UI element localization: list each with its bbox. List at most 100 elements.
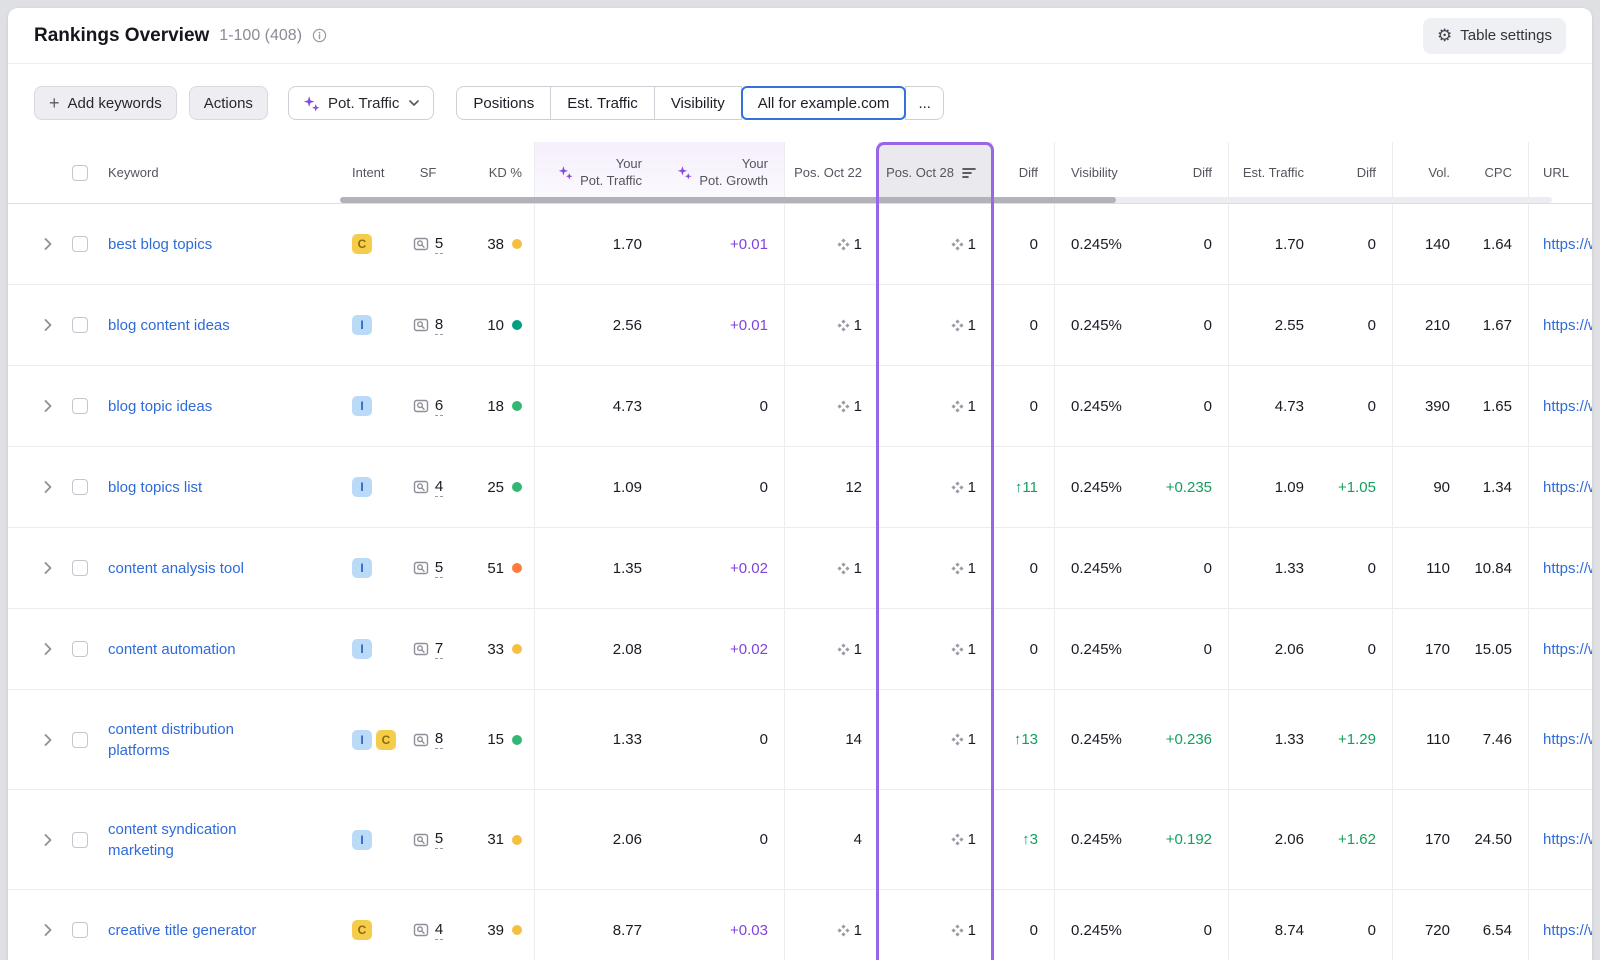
col-header-pot-growth[interactable]: YourPot. Growth bbox=[658, 142, 784, 203]
serp-features-count[interactable]: 5 bbox=[435, 830, 443, 849]
serp-feature-position-icon bbox=[951, 481, 964, 494]
row-checkbox[interactable] bbox=[72, 317, 88, 333]
row-checkbox[interactable] bbox=[72, 479, 88, 495]
pot-growth-cell: +0.02 bbox=[658, 609, 784, 689]
kd-level-dot bbox=[512, 239, 522, 249]
keyword-link[interactable]: content distribution platforms bbox=[108, 719, 294, 761]
row-checkbox[interactable] bbox=[72, 641, 88, 657]
col-header-diff-pos[interactable]: Diff bbox=[992, 142, 1054, 203]
scrollbar-thumb[interactable] bbox=[340, 197, 1116, 203]
kd-cell: 25 bbox=[460, 447, 534, 527]
serp-features-count[interactable]: 6 bbox=[435, 397, 443, 416]
col-header-vol[interactable]: Vol. bbox=[1392, 142, 1466, 203]
tab-all-for-example[interactable]: All for example.com bbox=[741, 86, 907, 120]
row-checkbox[interactable] bbox=[72, 832, 88, 848]
serp-feature-position-icon bbox=[837, 319, 850, 332]
serp-features-icon bbox=[413, 641, 429, 657]
tab-positions[interactable]: Positions bbox=[456, 86, 551, 120]
col-header-diff-visibility[interactable]: Diff bbox=[1150, 142, 1228, 203]
visibility-cell: 0.245% bbox=[1054, 285, 1150, 365]
expand-chevron-icon[interactable] bbox=[44, 562, 52, 574]
col-header-keyword[interactable]: Keyword bbox=[100, 142, 340, 203]
pos-oct22-cell: 4 bbox=[784, 790, 878, 889]
title-bar: Rankings Overview 1-100 (408) ⚙ Table se… bbox=[8, 8, 1592, 64]
add-keywords-button[interactable]: + Add keywords bbox=[34, 86, 177, 120]
keyword-link[interactable]: blog topics list bbox=[108, 477, 202, 498]
serp-features-count[interactable]: 4 bbox=[435, 478, 443, 497]
expand-chevron-icon[interactable] bbox=[44, 734, 52, 746]
col-header-url[interactable]: URL bbox=[1528, 142, 1592, 203]
actions-button[interactable]: Actions bbox=[189, 86, 268, 120]
expand-chevron-icon[interactable] bbox=[44, 319, 52, 331]
kd-cell: 39 bbox=[460, 890, 534, 960]
col-header-intent[interactable]: Intent bbox=[340, 142, 396, 203]
serp-features-count[interactable]: 5 bbox=[435, 559, 443, 578]
col-header-est-traffic[interactable]: Est. Traffic bbox=[1228, 142, 1320, 203]
url-link[interactable]: https://w bbox=[1543, 922, 1592, 939]
keyword-link[interactable]: creative title generator bbox=[108, 920, 256, 941]
tab-visibility[interactable]: Visibility bbox=[654, 86, 742, 120]
keyword-link[interactable]: blog topic ideas bbox=[108, 396, 212, 417]
row-checkbox[interactable] bbox=[72, 560, 88, 576]
row-checkbox[interactable] bbox=[72, 922, 88, 938]
url-link[interactable]: https://w bbox=[1543, 479, 1592, 496]
est-traffic-cell: 1.70 bbox=[1228, 204, 1320, 284]
col-header-diff-est[interactable]: Diff bbox=[1320, 142, 1392, 203]
visibility-diff-cell: 0 bbox=[1150, 890, 1228, 960]
keyword-link[interactable]: best blog topics bbox=[108, 234, 212, 255]
info-icon[interactable] bbox=[312, 28, 327, 43]
metric-dropdown[interactable]: Pot. Traffic bbox=[288, 86, 434, 120]
horizontal-scrollbar[interactable] bbox=[340, 197, 1552, 203]
tab-est-traffic[interactable]: Est. Traffic bbox=[550, 86, 655, 120]
serp-features-count[interactable]: 8 bbox=[435, 730, 443, 749]
url-link[interactable]: https://w bbox=[1543, 560, 1592, 577]
pot-growth-cell: +0.03 bbox=[658, 890, 784, 960]
est-traffic-diff-cell: 0 bbox=[1320, 285, 1392, 365]
expand-chevron-icon[interactable] bbox=[44, 400, 52, 412]
visibility-diff-cell: +0.235 bbox=[1150, 447, 1228, 527]
expand-chevron-icon[interactable] bbox=[44, 238, 52, 250]
keyword-link[interactable]: content automation bbox=[108, 639, 236, 660]
keyword-link[interactable]: blog content ideas bbox=[108, 315, 230, 336]
est-traffic-diff-cell: +1.05 bbox=[1320, 447, 1392, 527]
expand-chevron-icon[interactable] bbox=[44, 643, 52, 655]
col-header-pot-traffic[interactable]: YourPot. Traffic bbox=[534, 142, 658, 203]
url-link[interactable]: https://w bbox=[1543, 236, 1592, 253]
serp-features-icon bbox=[413, 398, 429, 414]
serp-features-count[interactable]: 7 bbox=[435, 640, 443, 659]
intent-badge-commercial: C bbox=[352, 920, 372, 940]
expand-chevron-icon[interactable] bbox=[44, 924, 52, 936]
table-settings-button[interactable]: ⚙ Table settings bbox=[1423, 18, 1566, 54]
expand-chevron-icon[interactable] bbox=[44, 834, 52, 846]
plus-icon: + bbox=[49, 93, 60, 114]
url-link[interactable]: https://w bbox=[1543, 398, 1592, 415]
visibility-diff-cell: +0.192 bbox=[1150, 790, 1228, 889]
url-link[interactable]: https://w bbox=[1543, 641, 1592, 658]
col-header-visibility[interactable]: Visibility bbox=[1054, 142, 1150, 203]
sparkle-icon bbox=[558, 165, 573, 180]
serp-features-count[interactable]: 5 bbox=[435, 235, 443, 254]
url-link[interactable]: https://w bbox=[1543, 317, 1592, 334]
keyword-link[interactable]: content analysis tool bbox=[108, 558, 244, 579]
serp-features-count[interactable]: 4 bbox=[435, 921, 443, 940]
col-header-pos-oct28[interactable]: Pos. Oct 28 bbox=[878, 142, 992, 203]
row-checkbox[interactable] bbox=[72, 236, 88, 252]
col-header-sf[interactable]: SF bbox=[396, 142, 460, 203]
keyword-link[interactable]: content syndication marketing bbox=[108, 819, 294, 861]
col-header-pos-oct22[interactable]: Pos. Oct 22 bbox=[784, 142, 878, 203]
kd-level-dot bbox=[512, 735, 522, 745]
row-checkbox[interactable] bbox=[72, 732, 88, 748]
serp-features-count[interactable]: 8 bbox=[435, 316, 443, 335]
pot-growth-cell: 0 bbox=[658, 790, 784, 889]
url-link[interactable]: https://w bbox=[1543, 731, 1592, 748]
select-all-checkbox[interactable] bbox=[72, 165, 88, 181]
pos-diff-cell: 0 bbox=[992, 890, 1054, 960]
table-header-row: Keyword Intent SF KD % YourPot. Traffic … bbox=[8, 142, 1592, 204]
expand-chevron-icon[interactable] bbox=[44, 481, 52, 493]
more-tabs-button[interactable]: ... bbox=[905, 86, 944, 120]
col-header-cpc[interactable]: CPC bbox=[1466, 142, 1528, 203]
row-checkbox[interactable] bbox=[72, 398, 88, 414]
est-traffic-cell: 1.09 bbox=[1228, 447, 1320, 527]
url-link[interactable]: https://w bbox=[1543, 831, 1592, 848]
col-header-kd[interactable]: KD % bbox=[460, 142, 534, 203]
